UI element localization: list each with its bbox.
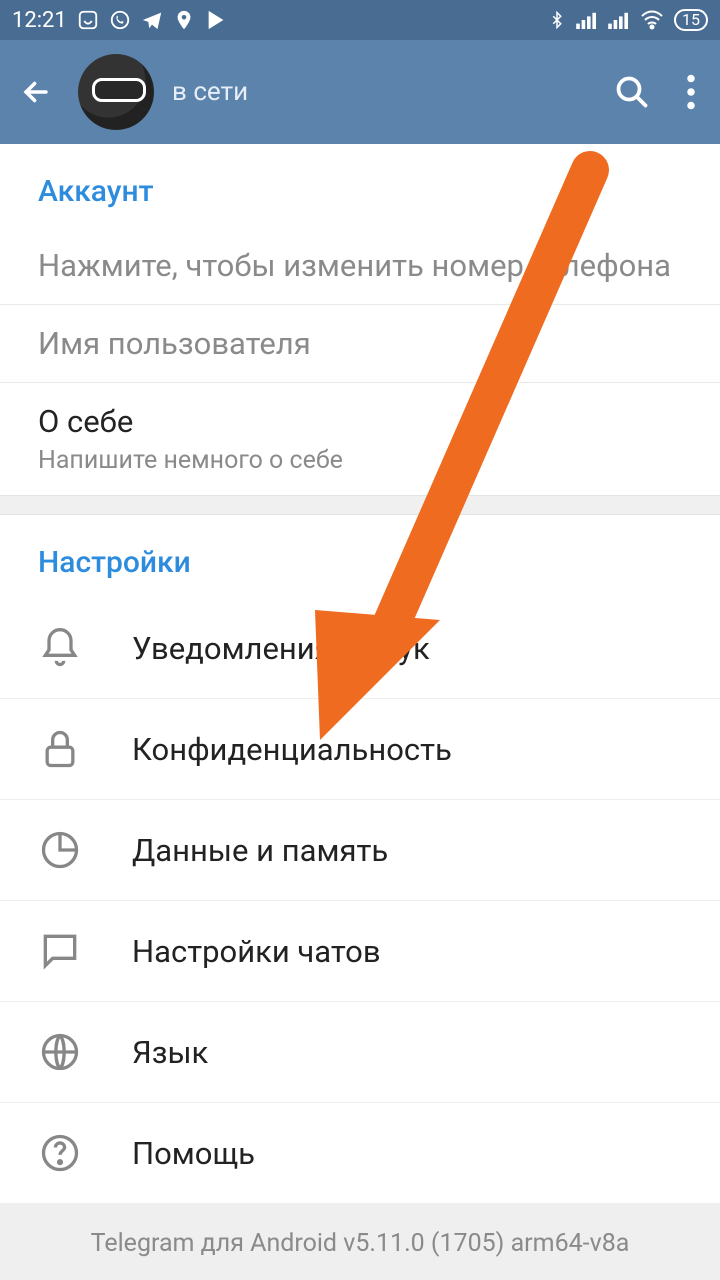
bio-title: О себе — [38, 403, 682, 440]
bell-icon — [38, 626, 82, 670]
settings-item-label: Помощь — [132, 1135, 255, 1172]
avatar[interactable] — [78, 54, 154, 130]
back-button[interactable] — [14, 70, 58, 114]
online-status: в сети — [172, 77, 248, 107]
settings-section-header: Настройки — [0, 515, 720, 598]
settings-item-data[interactable]: Данные и память — [0, 800, 720, 901]
username-label: Имя пользователя — [38, 325, 682, 362]
username-row[interactable]: Имя пользователя — [0, 305, 720, 383]
signal-icon — [576, 11, 598, 29]
wifi-icon — [640, 10, 664, 30]
whatsapp-icon — [109, 9, 131, 31]
globe-icon — [38, 1030, 82, 1074]
settings-item-label: Данные и память — [132, 832, 388, 869]
pie-icon — [38, 828, 82, 872]
play-icon — [205, 9, 227, 31]
account-section-header: Аккаунт — [0, 144, 720, 227]
signal-icon-2 — [608, 11, 630, 29]
settings-item-help[interactable]: Помощь — [0, 1103, 720, 1203]
status-bar: 12:21 15 — [0, 0, 720, 40]
phone-row[interactable]: Нажмите, чтобы изменить номер телефона — [0, 227, 720, 305]
bluetooth-icon — [548, 9, 566, 31]
settings-item-label: Язык — [132, 1034, 208, 1071]
settings-item-privacy[interactable]: Конфиденциальность — [0, 699, 720, 800]
settings-item-notifications[interactable]: Уведомления и звук — [0, 598, 720, 699]
section-divider — [0, 495, 720, 515]
help-icon — [38, 1131, 82, 1175]
bio-row[interactable]: О себе Напишите немного о себе — [0, 383, 720, 495]
settings-item-chat[interactable]: Настройки чатов — [0, 901, 720, 1002]
battery-indicator: 15 — [674, 9, 708, 31]
settings-item-label: Настройки чатов — [132, 933, 381, 970]
search-button[interactable] — [614, 74, 650, 110]
settings-item-language[interactable]: Язык — [0, 1002, 720, 1103]
more-button[interactable] — [686, 74, 696, 110]
version-footer: Telegram для Android v5.11.0 (1705) arm6… — [0, 1203, 720, 1280]
status-time: 12:21 — [12, 8, 67, 33]
app-bar: в сети — [0, 40, 720, 144]
maps-icon — [173, 9, 195, 31]
bio-hint: Напишите немного о себе — [38, 446, 682, 475]
chat-icon — [38, 929, 82, 973]
settings-item-label: Уведомления и звук — [132, 630, 430, 667]
app-icon — [77, 9, 99, 31]
telegram-icon — [141, 9, 163, 31]
phone-hint: Нажмите, чтобы изменить номер телефона — [38, 247, 682, 284]
settings-item-label: Конфиденциальность — [132, 731, 452, 768]
lock-icon — [38, 727, 82, 771]
